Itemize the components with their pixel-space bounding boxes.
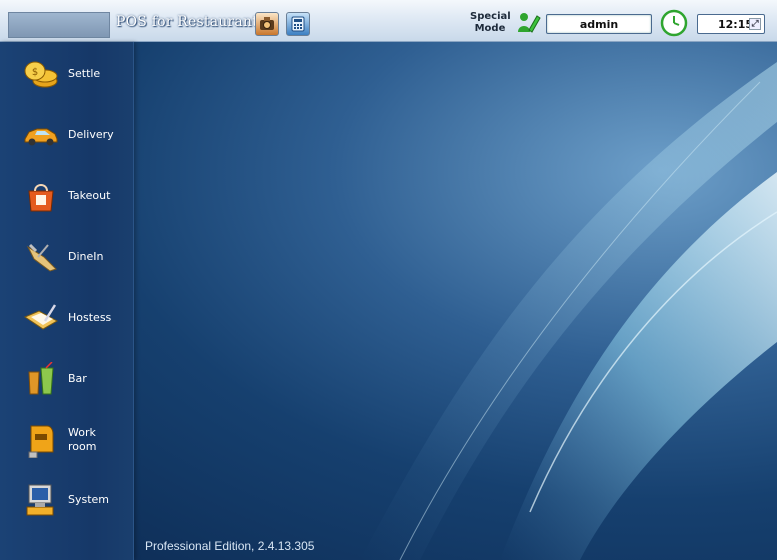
- sidebar-item-label: System: [68, 493, 110, 506]
- sidebar-item-system[interactable]: System: [0, 474, 134, 526]
- cocktail-icon: [22, 360, 60, 398]
- logo-placeholder: [8, 12, 110, 38]
- version-text: Professional Edition, 2.4.13.305: [145, 539, 315, 553]
- special-mode-edit-icon[interactable]: [515, 10, 541, 36]
- calculator-icon[interactable]: [286, 12, 310, 36]
- sidebar-item-bar[interactable]: Bar: [0, 353, 134, 405]
- sidebar-item-label: Hostess: [68, 311, 112, 324]
- takeout-bag-icon: [22, 177, 60, 215]
- special-mode-label: Special Mode: [470, 11, 511, 34]
- sidebar-item-dinein[interactable]: DineIn: [0, 231, 134, 283]
- dinein-icon: [22, 238, 60, 276]
- camera-icon[interactable]: [255, 12, 279, 36]
- expand-icon[interactable]: ⤢: [749, 18, 761, 30]
- sidebar-item-label: Settle: [68, 67, 101, 80]
- sidebar-item-label: Work room: [68, 426, 97, 453]
- sidebar-item-label: Takeout: [68, 189, 111, 202]
- clock-icon[interactable]: [660, 9, 688, 37]
- clipboard-pen-icon: [22, 299, 60, 337]
- time-display: 12:15: ⤢: [697, 14, 765, 34]
- sidebar-item-workroom[interactable]: Work room: [0, 414, 134, 466]
- sidebar-item-delivery[interactable]: Delivery: [0, 109, 134, 161]
- sidebar-item-takeout[interactable]: Takeout: [0, 170, 134, 222]
- sidebar-item-label: Delivery: [68, 128, 114, 141]
- sidebar: $ Settle Delivery Takeout DineIn Hostess…: [0, 42, 134, 560]
- user-field[interactable]: admin: [546, 14, 652, 34]
- mailbox-icon: [22, 421, 60, 459]
- computer-icon: [22, 481, 60, 519]
- sidebar-item-hostess[interactable]: Hostess: [0, 292, 134, 344]
- sidebar-item-label: Bar: [68, 372, 87, 385]
- coins-icon: $: [22, 55, 60, 93]
- top-bar: POS for Restaurants Special Mode admin 1…: [0, 0, 777, 42]
- sidebar-item-settle[interactable]: $ Settle: [0, 48, 134, 100]
- app-title: POS for Restaurants: [116, 14, 266, 30]
- svg-text:$: $: [32, 67, 38, 78]
- car-icon: [22, 116, 60, 154]
- sidebar-item-label: DineIn: [68, 250, 104, 263]
